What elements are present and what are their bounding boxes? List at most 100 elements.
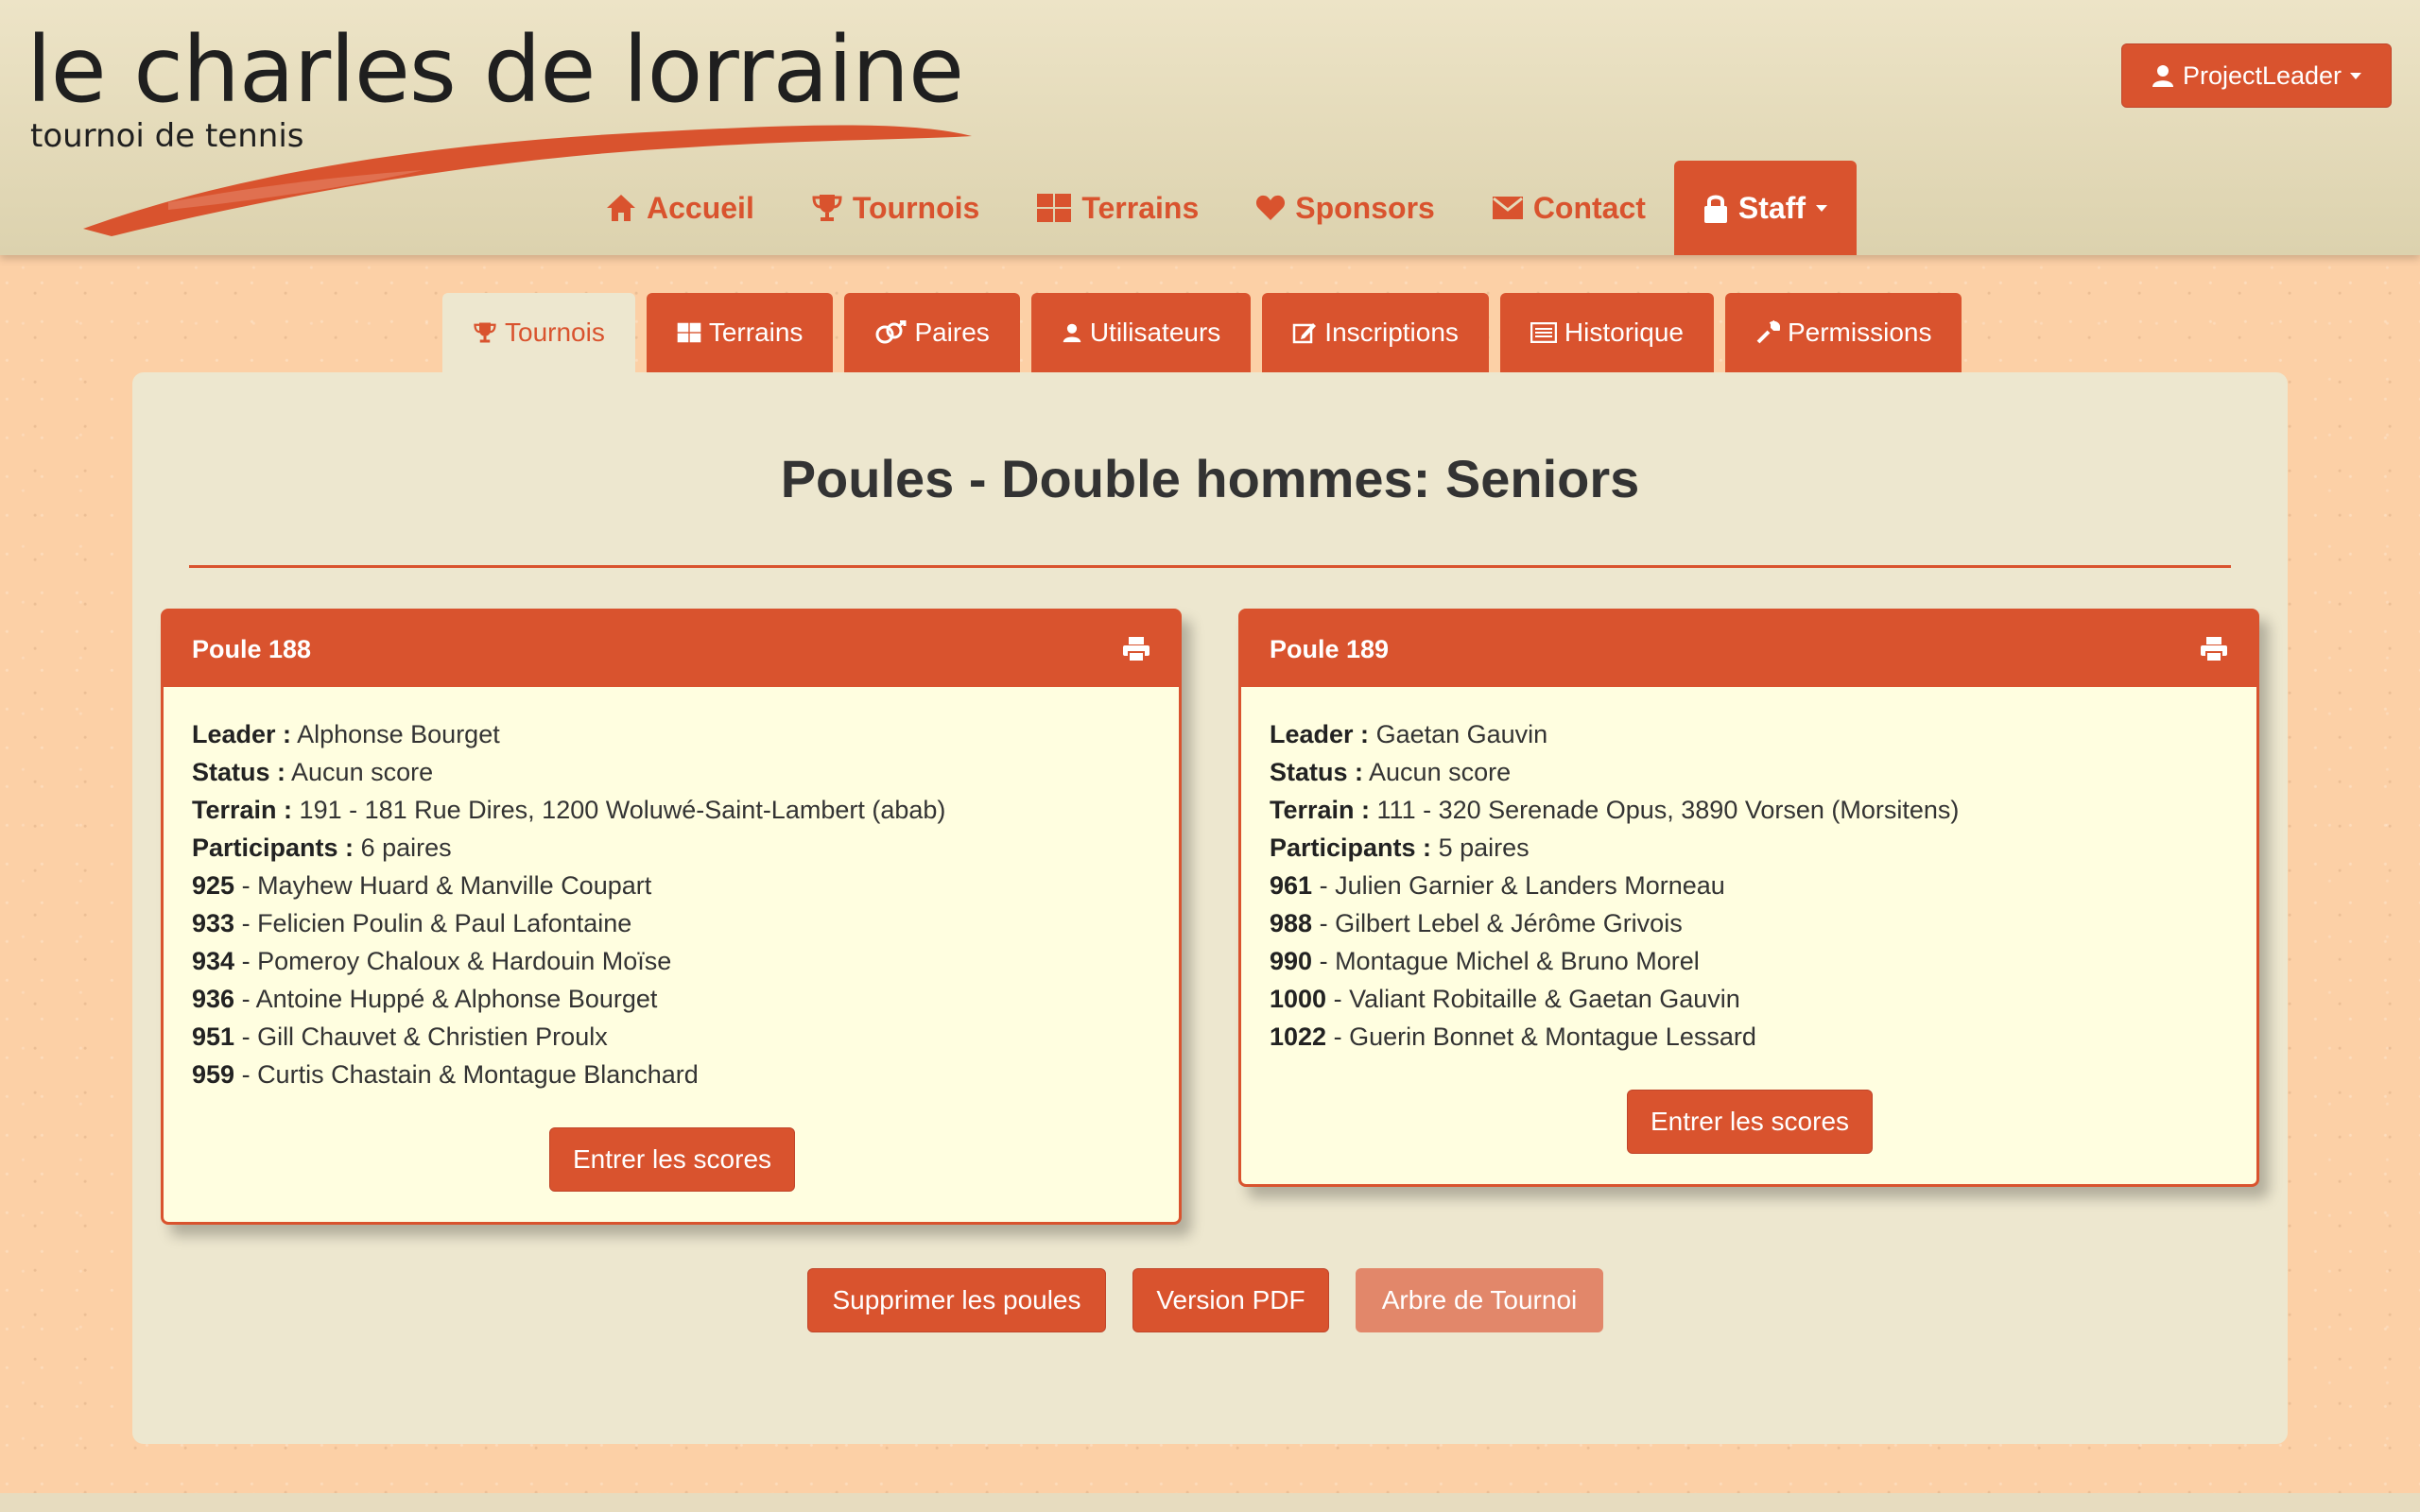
logo-subtitle: tournoi de tennis	[30, 117, 304, 155]
tab-historique[interactable]: Historique	[1499, 293, 1714, 372]
pair-row: 925 - Mayhew Huard & Manville Coupart	[192, 871, 652, 900]
pair-names: Guerin Bonnet & Montague Lessard	[1349, 1022, 1756, 1051]
pair-id: 925	[192, 871, 235, 900]
pair-names: Gilbert Lebel & Jérôme Grivois	[1335, 909, 1683, 937]
poule-card: Poule 188 Leader : Alphonse Bourget Stat…	[161, 609, 1182, 1225]
pair-id: 1022	[1270, 1022, 1327, 1051]
pair-names: Mayhew Huard & Manville Coupart	[257, 871, 652, 900]
status-value: Aucun score	[291, 758, 434, 786]
leader-label: Leader :	[192, 720, 292, 748]
tab-label: Permissions	[1787, 318, 1932, 347]
leader-row: Leader : Alphonse Bourget	[192, 715, 1150, 753]
pair-row: 988 - Gilbert Lebel & Jérôme Grivois	[1270, 909, 1683, 937]
tab-label: Paires	[914, 318, 990, 347]
tournament-tree-button[interactable]: Arbre de Tournoi	[1356, 1268, 1603, 1332]
poule-title: Poule 188	[192, 634, 312, 663]
caret-down-icon	[2350, 73, 2362, 79]
main-nav: Accueil Tournois Terrains Sponsors Conta…	[577, 161, 1858, 255]
pair-id: 1000	[1270, 985, 1327, 1013]
gender-icon	[875, 320, 907, 344]
user-menu-label: ProjectLeader	[2182, 60, 2342, 90]
home-icon	[607, 195, 635, 221]
terrain-row: Terrain : 191 - 181 Rue Dires, 1200 Wolu…	[192, 791, 1150, 829]
pair-row: 933 - Felicien Poulin & Paul Lafontaine	[192, 909, 632, 937]
participants-row: Participants : 5 paires	[1270, 829, 2228, 867]
leader-value: Alphonse Bourget	[297, 720, 500, 748]
tab-label: Historique	[1564, 318, 1684, 347]
participants-label: Participants :	[1270, 833, 1432, 862]
pdf-version-button[interactable]: Version PDF	[1132, 1268, 1329, 1332]
tab-terrains[interactable]: Terrains	[646, 293, 834, 372]
pair-id: 933	[192, 909, 235, 937]
pair-row: 959 - Curtis Chastain & Montague Blancha…	[192, 1060, 699, 1089]
pair-names: Antoine Huppé & Alphonse Bourget	[255, 985, 658, 1013]
tab-label: Terrains	[708, 318, 804, 347]
status-row: Status : Aucun score	[1270, 753, 2228, 791]
logo-title: le charles de lorraine	[26, 17, 964, 123]
pair-names: Pomeroy Chaloux & Hardouin Moïse	[257, 947, 672, 975]
participants-row: Participants : 6 paires	[192, 829, 1150, 867]
content-panel: Poules - Double hommes: Seniors Poule 18…	[132, 372, 2288, 1444]
delete-poules-button[interactable]: Supprimer les poules	[807, 1268, 1106, 1332]
pair-id: 951	[192, 1022, 235, 1051]
tab-tournois[interactable]: Tournois	[442, 293, 635, 372]
tab-permissions[interactable]: Permissions	[1724, 293, 1962, 372]
footer-bar	[0, 1493, 2420, 1512]
user-menu-button[interactable]: ProjectLeader	[2121, 43, 2392, 108]
heart-icon	[1256, 195, 1286, 220]
pair-row: 936 - Antoine Huppé & Alphonse Bourget	[192, 985, 658, 1013]
edit-icon	[1293, 323, 1317, 344]
nav-accueil[interactable]: Accueil	[577, 161, 783, 255]
pair-names: Curtis Chastain & Montague Blanchard	[257, 1060, 699, 1089]
pair-id: 990	[1270, 947, 1313, 975]
terrain-label: Terrain :	[192, 796, 293, 824]
grid-icon	[677, 322, 701, 343]
nav-label: Tournois	[852, 190, 980, 225]
pair-id: 988	[1270, 909, 1313, 937]
nav-label: Sponsors	[1295, 190, 1435, 225]
page-title: Poules - Double hommes: Seniors	[780, 449, 1640, 508]
pair-id: 934	[192, 947, 235, 975]
nav-contact[interactable]: Contact	[1463, 161, 1674, 255]
pair-row: 990 - Montague Michel & Bruno Morel	[1270, 947, 1700, 975]
leader-row: Leader : Gaetan Gauvin	[1270, 715, 2228, 753]
nav-label: Staff	[1737, 190, 1806, 225]
top-navbar: le charles de lorraine tournoi de tennis…	[0, 0, 2420, 255]
caret-down-icon	[1816, 205, 1828, 212]
poule-details: Leader : Alphonse Bourget Status : Aucun…	[164, 687, 1179, 1093]
wrench-icon	[1756, 320, 1780, 344]
nav-sponsors[interactable]: Sponsors	[1227, 161, 1463, 255]
trophy-icon	[474, 322, 496, 343]
poule-details: Leader : Gaetan Gauvin Status : Aucun sc…	[1241, 687, 2256, 1056]
tab-utilisateurs[interactable]: Utilisateurs	[1030, 293, 1252, 372]
pair-row: 934 - Pomeroy Chaloux & Hardouin Moïse	[192, 947, 672, 975]
nav-terrains[interactable]: Terrains	[1008, 161, 1227, 255]
staff-tabs: Tournois Terrains Paires Utilisateurs In…	[442, 293, 1962, 372]
status-label: Status :	[192, 758, 286, 786]
envelope-icon	[1492, 197, 1523, 219]
tab-inscriptions[interactable]: Inscriptions	[1262, 293, 1489, 372]
nav-label: Accueil	[647, 190, 754, 225]
poule-title: Poule 189	[1270, 634, 1390, 663]
pair-names: Julien Garnier & Landers Morneau	[1335, 871, 1725, 900]
poule-header: Poule 189	[1241, 611, 2256, 687]
poule-header: Poule 188	[164, 611, 1179, 687]
nav-label: Terrains	[1081, 190, 1200, 225]
enter-scores-button[interactable]: Entrer les scores	[549, 1127, 795, 1192]
enter-scores-button[interactable]: Entrer les scores	[1627, 1090, 1873, 1154]
lock-icon	[1703, 195, 1727, 223]
user-icon	[1063, 323, 1081, 343]
terrain-row: Terrain : 111 - 320 Serenade Opus, 3890 …	[1270, 791, 2228, 829]
pair-id: 936	[192, 985, 235, 1013]
print-icon[interactable]	[1122, 636, 1150, 662]
pair-names: Felicien Poulin & Paul Lafontaine	[257, 909, 632, 937]
user-icon	[2152, 65, 2173, 87]
tab-paires[interactable]: Paires	[844, 293, 1020, 372]
poule-card: Poule 189 Leader : Gaetan Gauvin Status …	[1238, 609, 2259, 1187]
print-icon[interactable]	[2200, 636, 2228, 662]
nav-staff[interactable]: Staff	[1673, 161, 1858, 255]
leader-label: Leader :	[1270, 720, 1370, 748]
tab-label: Tournois	[505, 318, 605, 347]
nav-tournois[interactable]: Tournois	[783, 161, 1009, 255]
tab-label: Inscriptions	[1324, 318, 1459, 347]
